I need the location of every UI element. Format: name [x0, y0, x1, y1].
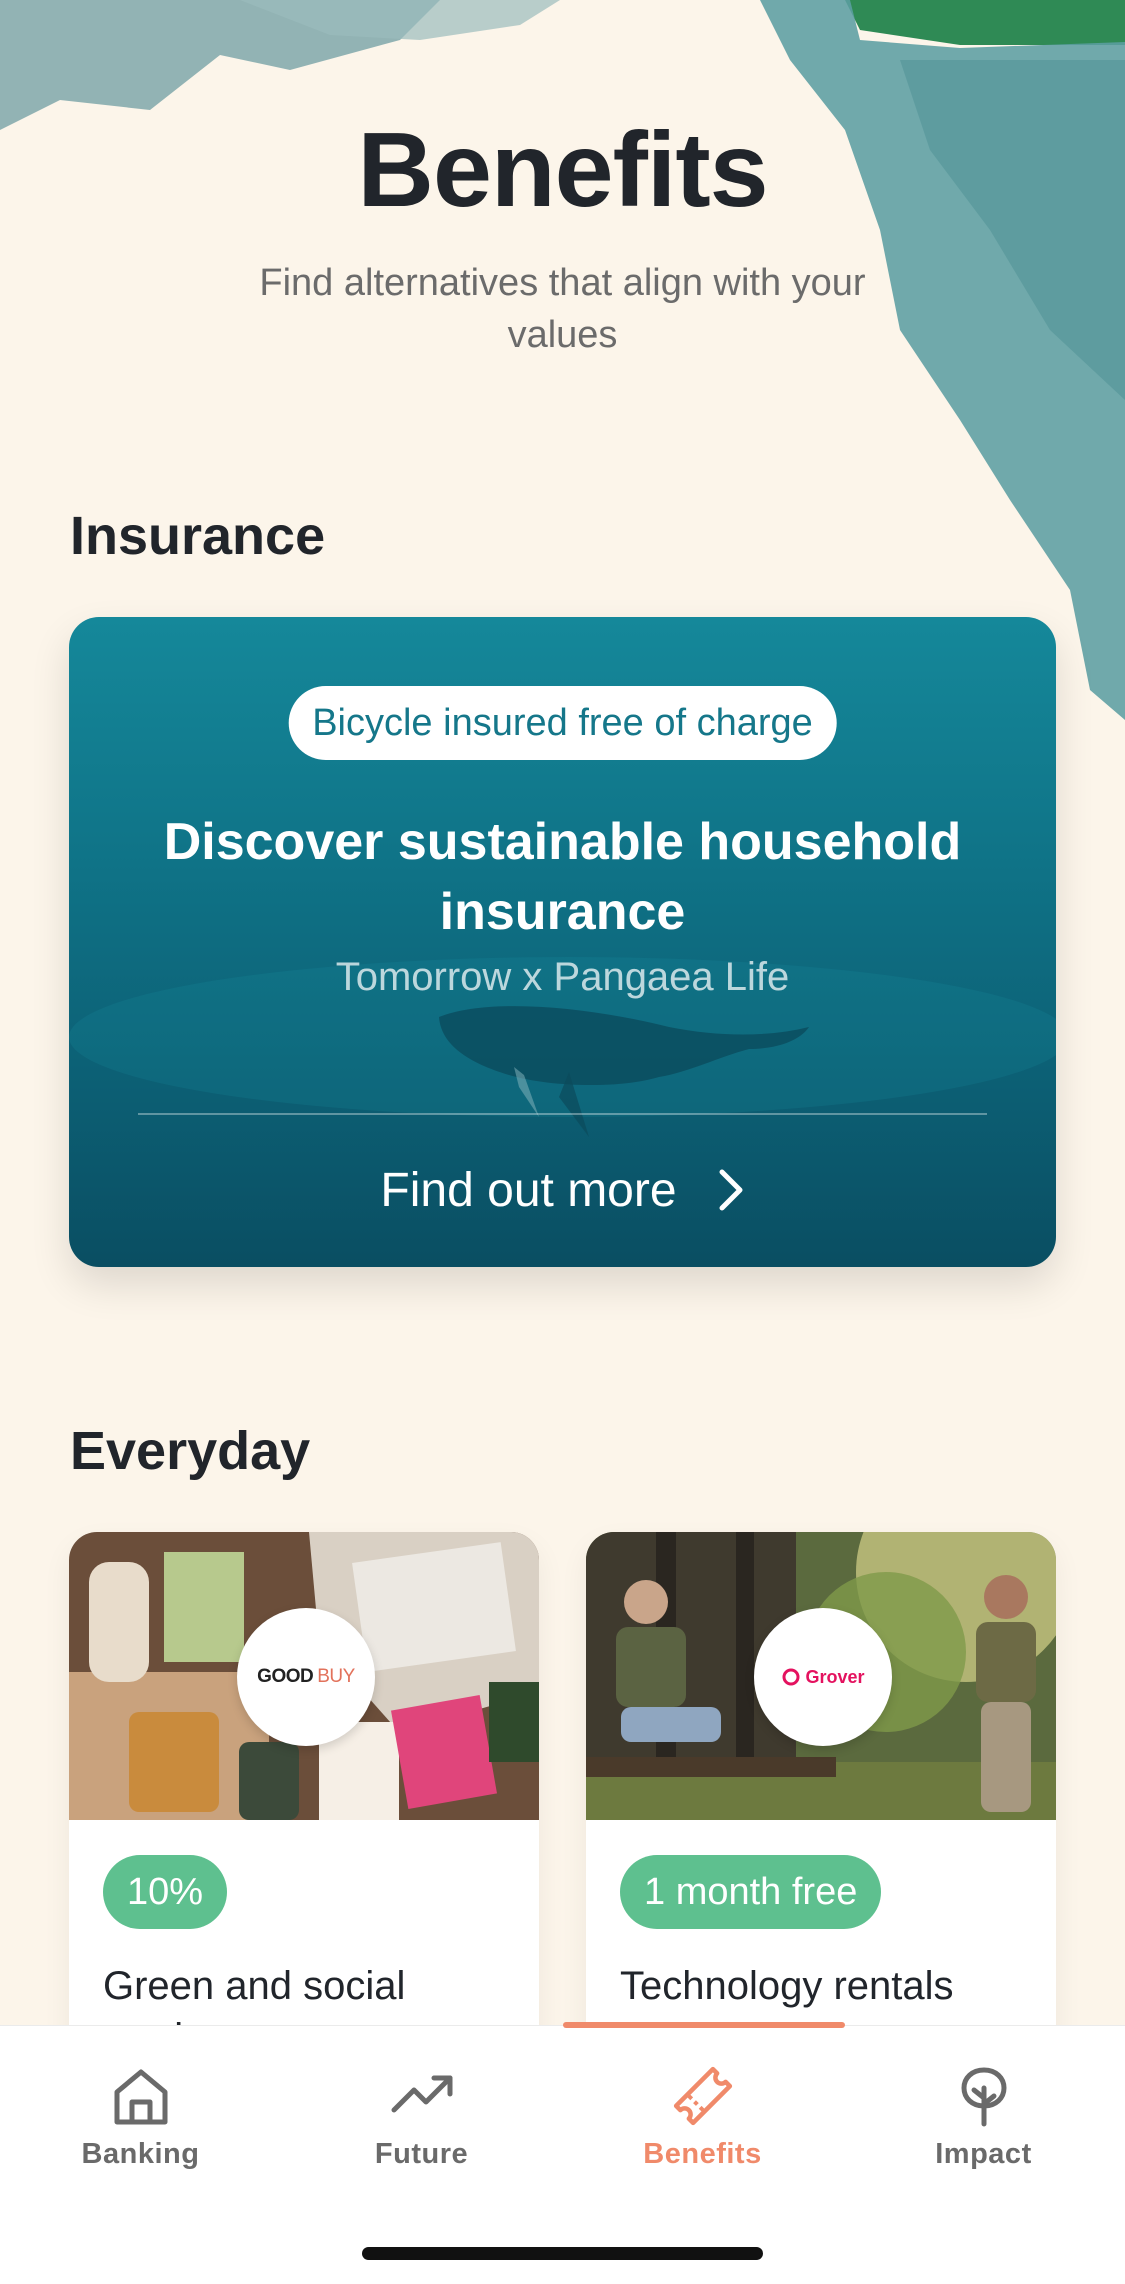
goodbuy-logo: GOOD BUY — [237, 1608, 375, 1746]
bottom-tab-bar: Banking Future Benefits Impact — [0, 2022, 1125, 2284]
insurance-partner: Tomorrow x Pangaea Life — [335, 955, 790, 999]
find-out-more-button[interactable]: Find out more — [69, 1150, 1056, 1230]
tab-label: Impact — [935, 2138, 1032, 2170]
tab-future[interactable]: Future — [281, 2064, 562, 2171]
chevron-right-icon — [719, 1169, 743, 1211]
ticket-icon — [673, 2066, 732, 2126]
product-title: Technology rentals — [620, 1964, 954, 2008]
tab-impact[interactable]: Impact — [843, 2064, 1124, 2171]
tab-benefits[interactable]: Benefits — [562, 2064, 843, 2171]
tab-label: Banking — [81, 2138, 200, 2170]
grover-logo-mark — [782, 1668, 800, 1686]
divider — [138, 1113, 987, 1115]
discount-badge: 1 month free — [620, 1855, 882, 1929]
grover-logo: Grover — [754, 1608, 892, 1746]
page-title: Benefits — [357, 111, 768, 229]
product-card-goodbuy[interactable]: GOODBUY 10% Green and social products — [69, 1532, 539, 2052]
insurance-card[interactable]: Bicycle insured free of charge Discover … — [69, 617, 1056, 1267]
section-title-everyday: Everyday — [70, 1421, 311, 1481]
discount-badge: 10% — [103, 1855, 228, 1929]
insurance-title: Discover sustainable household insurance — [163, 813, 962, 941]
tree-icon — [960, 2067, 1007, 2127]
insurance-promo-badge: Bicycle insured free of charge — [288, 686, 837, 760]
section-title-insurance: Insurance — [70, 506, 326, 566]
product-card-grover[interactable]: Grover 1 month free Technology rentals — [586, 1532, 1056, 2052]
active-tab-indicator — [563, 2022, 845, 2028]
home-icon — [114, 2069, 167, 2125]
tab-label: Future — [374, 2138, 469, 2170]
trending-up-icon — [391, 2075, 452, 2113]
find-out-more-label: Find out more — [380, 1163, 677, 1217]
home-indicator — [362, 2247, 763, 2260]
tab-label: Benefits — [643, 2138, 762, 2170]
page-header: Benefits Find alternatives that align wi… — [0, 110, 1125, 361]
page-subtitle: Find alternatives that align with your v… — [259, 262, 866, 356]
tab-banking[interactable]: Banking — [0, 2064, 281, 2171]
